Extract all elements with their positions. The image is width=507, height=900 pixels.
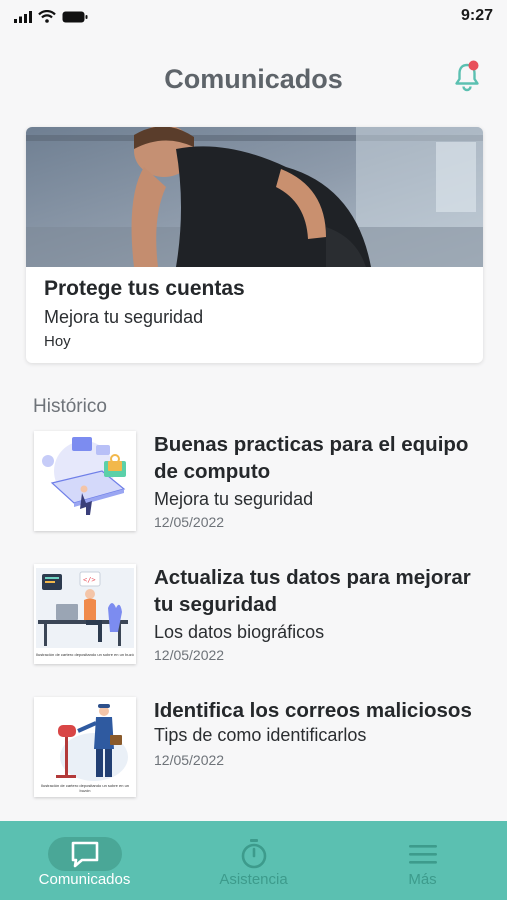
item-date: 12/05/2022 xyxy=(154,752,225,768)
item-date: 12/05/2022 xyxy=(154,647,225,663)
notification-badge xyxy=(468,60,479,71)
featured-card[interactable]: Protege tus cuentas Mejora tu seguridad … xyxy=(26,127,483,363)
item-thumbnail xyxy=(34,431,136,531)
list-item[interactable]: </> Ilustración de cartero depositando u… xyxy=(34,564,484,664)
featured-date: Hoy xyxy=(44,333,71,350)
thumbnail-caption: Ilustración de cartero depositando un so… xyxy=(36,652,134,657)
item-subtitle: Mejora tu seguridad xyxy=(154,489,314,509)
notifications-button[interactable] xyxy=(453,60,481,92)
thumbnail-caption: Ilustración de cartero depositando un so… xyxy=(40,783,130,793)
status-time: 9:27 xyxy=(460,7,493,24)
featured-subtitle: Mejora tu seguridad xyxy=(44,307,204,327)
list-item[interactable]: Buenas practicas para el equipo de compu… xyxy=(34,431,484,531)
signal-icon xyxy=(14,10,32,23)
tab-icon-highlight xyxy=(47,837,122,871)
item-title: Buenas practicas para el equipo de compu… xyxy=(154,433,469,483)
tab-bar: Comunicados Asistencia Más xyxy=(0,821,507,900)
status-icons xyxy=(14,10,88,23)
battery-icon xyxy=(62,11,88,22)
chat-bubble-icon xyxy=(71,841,98,868)
item-date: 12/05/2022 xyxy=(154,514,225,530)
featured-photo xyxy=(26,127,483,267)
featured-title: Protege tus cuentas xyxy=(44,277,245,300)
wifi-icon xyxy=(38,10,56,23)
tab-label: Comunicados xyxy=(38,871,131,888)
menu-icon xyxy=(408,845,437,864)
desk-worker-illustration: </> xyxy=(34,564,136,664)
tab-icon-wrap xyxy=(217,837,291,871)
stopwatch-icon xyxy=(241,839,266,869)
item-thumbnail: </> Ilustración de cartero depositando u… xyxy=(34,564,136,664)
page-title: Comunicados xyxy=(164,64,343,94)
tab-comunicados[interactable]: Comunicados xyxy=(0,821,169,900)
laptop-security-illustration xyxy=(34,431,136,531)
mailman-illustration xyxy=(34,697,136,797)
svg-text:</>: </> xyxy=(83,576,96,584)
section-title-historico: Histórico xyxy=(33,396,107,417)
tab-mas[interactable]: Más xyxy=(338,821,507,900)
status-bar: 9:27 xyxy=(0,0,507,34)
item-subtitle: Tips de como identificarlos xyxy=(154,725,367,745)
tab-asistencia[interactable]: Asistencia xyxy=(169,821,338,900)
tab-icon-wrap xyxy=(386,837,460,871)
item-title: Actualiza tus datos para mejorar tu segu… xyxy=(154,566,471,616)
tab-label: Asistencia xyxy=(219,871,288,888)
item-title: Identifica los correos maliciosos xyxy=(154,699,472,722)
item-subtitle: Los datos biográficos xyxy=(154,622,325,642)
list-item[interactable]: Ilustración de cartero depositando un so… xyxy=(34,697,484,797)
bell-icon xyxy=(455,60,479,92)
item-thumbnail: Ilustración de cartero depositando un so… xyxy=(34,697,136,797)
tab-label: Más xyxy=(408,871,437,888)
